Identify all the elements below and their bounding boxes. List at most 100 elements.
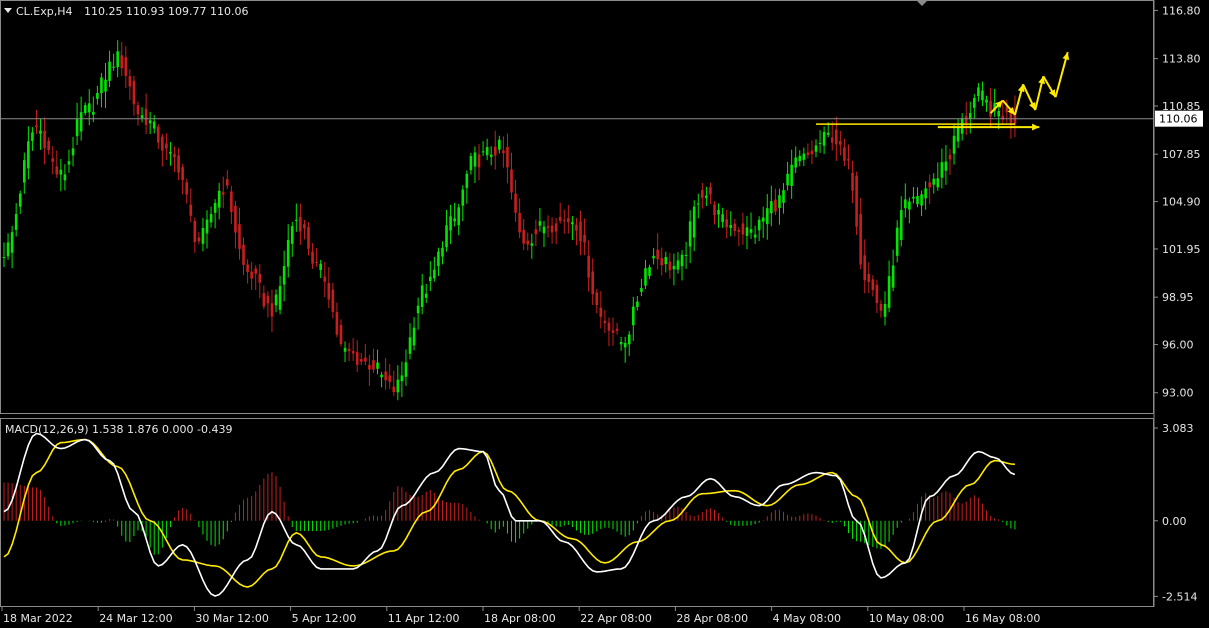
candle-body — [469, 155, 473, 171]
candle-body — [254, 268, 258, 274]
candle-body — [656, 249, 659, 260]
candle-body — [27, 141, 30, 169]
candle-body — [997, 111, 1000, 117]
candle-body — [916, 196, 919, 205]
candle-body — [599, 307, 603, 317]
candle-body — [587, 255, 590, 278]
candle-body — [433, 269, 436, 279]
time-tick-label: 28 Apr 08:00 — [676, 612, 748, 625]
candle-body — [534, 229, 538, 235]
candle-body — [526, 240, 530, 245]
candle-body — [510, 169, 513, 193]
candle-body — [43, 130, 46, 149]
candle-body — [412, 327, 416, 346]
candle-body — [112, 66, 115, 68]
candle-body — [542, 226, 546, 234]
chart-canvas[interactable]: 110.06 116.80 113.80 110.85 107.85 104.90 101… — [0, 0, 1209, 628]
candle-body — [83, 105, 87, 114]
candle-body — [124, 57, 128, 76]
candle-body — [185, 182, 188, 195]
candle-body — [506, 146, 509, 168]
candle-body — [169, 151, 172, 154]
candle-body — [684, 254, 688, 256]
candle-body — [408, 337, 412, 354]
candle-body — [818, 142, 822, 144]
candle-body — [262, 293, 266, 307]
candle-body — [571, 222, 574, 225]
candle-body — [802, 153, 806, 160]
candle-body — [152, 121, 156, 129]
candle-body — [23, 160, 26, 183]
candle-body — [928, 182, 931, 188]
price-tick-label: 98.95 — [1162, 291, 1194, 304]
candle-body — [376, 362, 379, 369]
candle-body — [481, 151, 485, 153]
candle-body — [583, 234, 586, 243]
candle-body — [940, 162, 944, 178]
candle-body — [327, 283, 331, 300]
ohlc-readout: 110.25 110.93 109.77 110.06 — [84, 5, 248, 18]
candle-body — [368, 364, 371, 370]
candle-body — [985, 99, 988, 103]
candle-body — [303, 224, 306, 229]
candle-body — [644, 268, 647, 286]
candle-body — [912, 196, 915, 199]
candle-body — [388, 375, 391, 382]
candle-body — [692, 206, 696, 238]
candle-body — [761, 217, 765, 222]
time-tick-label: 24 Mar 12:00 — [99, 612, 172, 625]
time-tick-label: 11 Apr 12:00 — [388, 612, 460, 625]
candle-body — [270, 303, 274, 317]
candle-body — [774, 199, 777, 212]
candle-body — [238, 224, 241, 249]
candle-body — [148, 120, 152, 124]
candle-body — [31, 132, 34, 142]
candle-body — [863, 255, 867, 281]
candle-body — [904, 199, 907, 209]
candle-body — [956, 127, 960, 142]
candle-body — [847, 158, 850, 161]
candle-body — [648, 267, 651, 276]
candle-body — [193, 220, 197, 243]
candle-body — [2, 256, 6, 258]
candle-body — [960, 118, 964, 134]
candle-body — [924, 188, 927, 199]
candle-body — [323, 276, 327, 282]
candle-body — [355, 352, 359, 365]
candle-body — [741, 223, 745, 235]
candle-body — [384, 371, 387, 381]
candle-body — [522, 229, 525, 244]
candle-body — [35, 125, 38, 128]
candle-body — [891, 265, 895, 288]
candle-body — [713, 204, 716, 215]
candle-body — [364, 357, 367, 362]
candle-body — [952, 135, 956, 154]
candle-body — [944, 161, 948, 171]
candle-body — [181, 167, 184, 180]
symbol-label: CL.Exp,H4 — [16, 5, 73, 18]
candle-body — [473, 152, 477, 167]
time-tick-label: 16 May 08:00 — [965, 612, 1040, 625]
candle-body — [798, 155, 802, 162]
candle-body — [404, 362, 408, 377]
candle-body — [660, 258, 664, 266]
candle-body — [55, 166, 59, 175]
candle-body — [562, 219, 566, 221]
macd-tick-label: 3.083 — [1162, 422, 1194, 435]
candle-body — [579, 221, 582, 242]
candle-body — [416, 305, 420, 314]
candle-body — [948, 154, 952, 160]
macd-tick-label: 0.00 — [1162, 515, 1187, 528]
candle-body — [814, 145, 818, 152]
candle-body — [498, 139, 501, 150]
candle-body — [502, 150, 505, 154]
candle-body — [640, 287, 643, 292]
candle-body — [128, 76, 132, 87]
candle-body — [778, 195, 781, 209]
candle-body — [745, 227, 749, 236]
candle-body — [782, 190, 785, 203]
candle-body — [489, 154, 493, 157]
candle-body — [465, 173, 469, 188]
candle-body — [1009, 111, 1013, 123]
candle-body — [343, 347, 347, 352]
